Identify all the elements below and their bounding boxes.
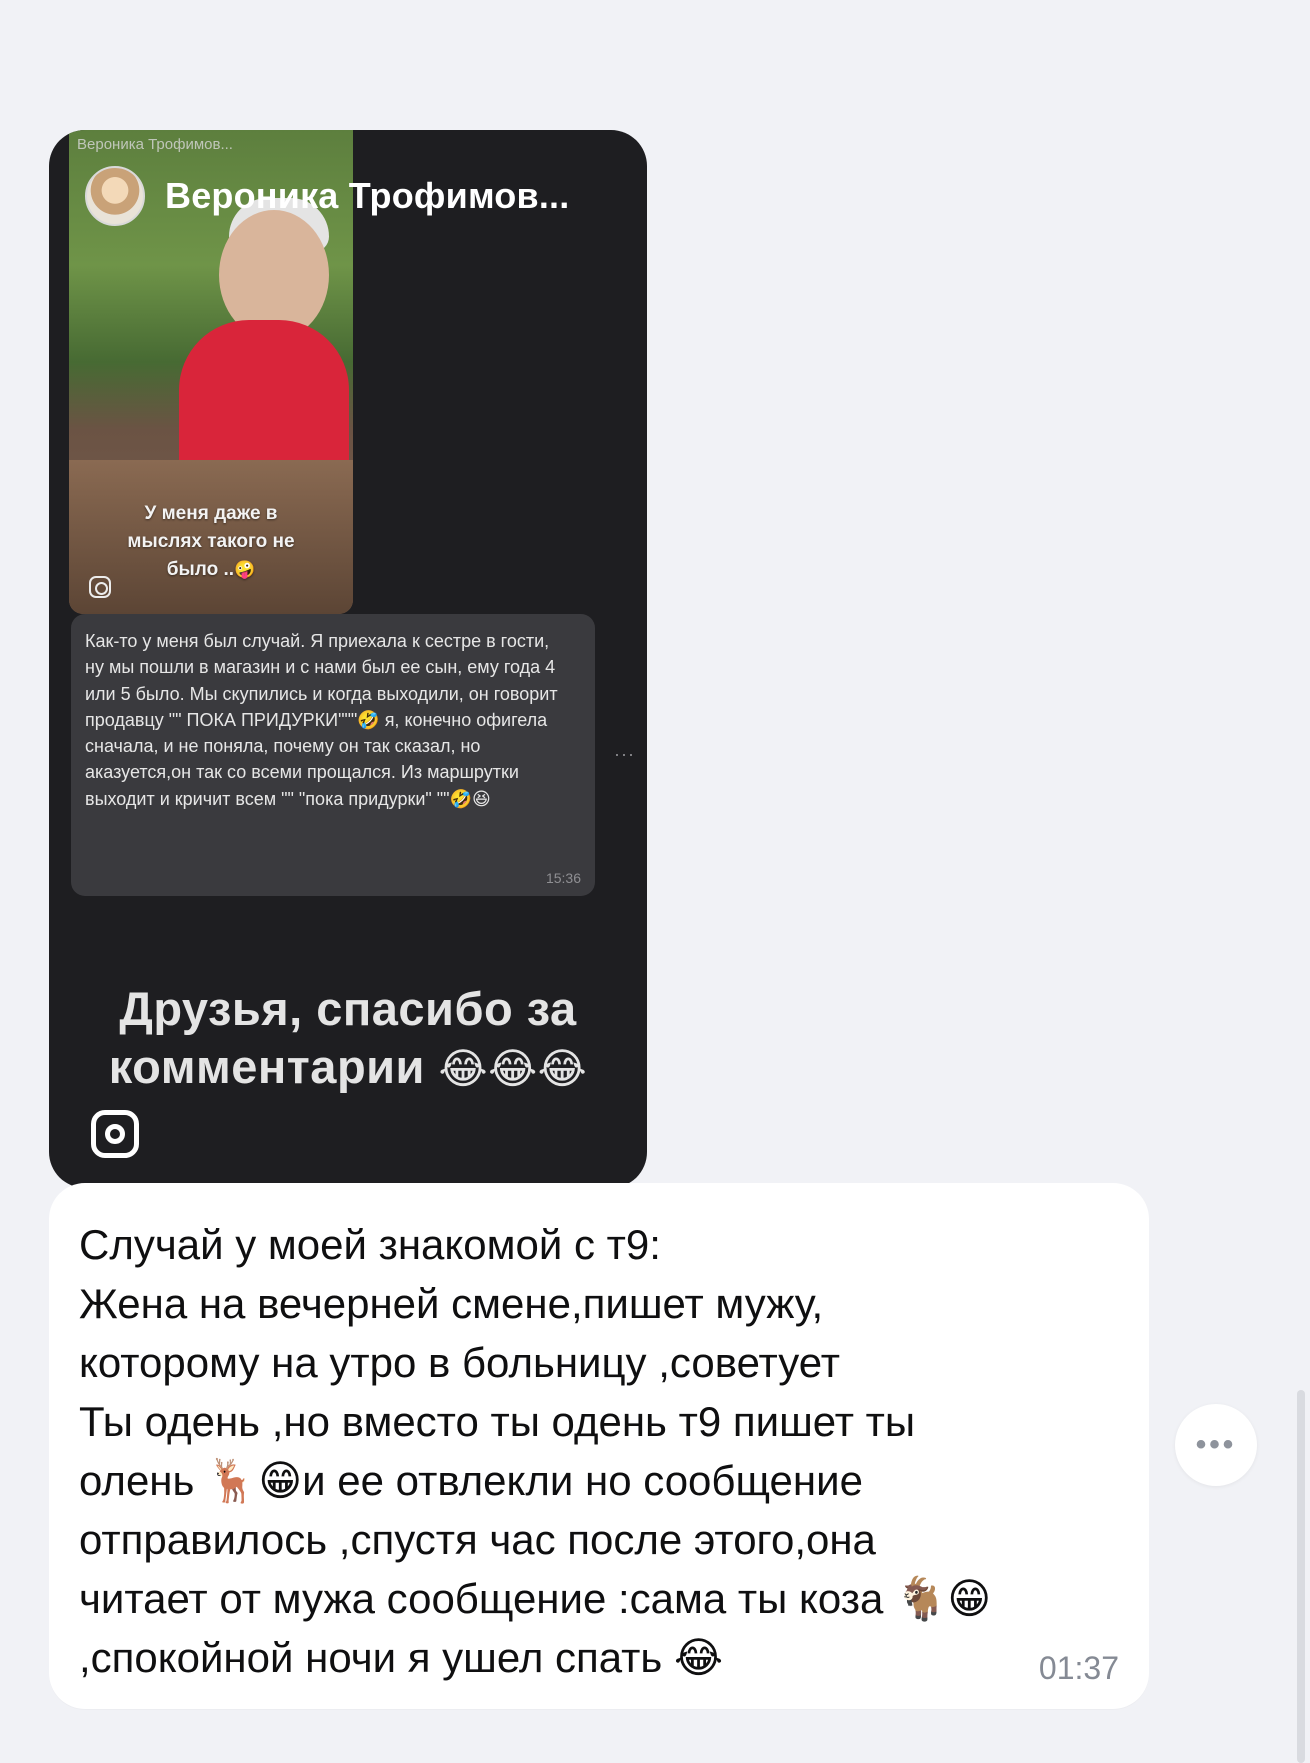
photo-topline: Вероника Трофимов... [77, 136, 233, 153]
story-header: Вероника Трофимов... [85, 165, 617, 227]
story-author-name[interactable]: Вероника Трофимов... [165, 175, 569, 217]
story-screenshot: Вероника Трофимов... У меня даже в мысля… [69, 130, 634, 920]
scrollbar[interactable] [1297, 1390, 1305, 1763]
more-dots-icon: ••• [1195, 1428, 1237, 1461]
story-caption-line: комментарии [108, 1040, 425, 1093]
comment-bubble: Как-то у меня был случай. Я приехала к с… [71, 614, 595, 896]
message-bubble[interactable]: Случай у моей знакомой с т9: Жена на веч… [49, 1183, 1149, 1709]
photo-caption-line: было .. [166, 559, 235, 580]
instagram-icon [91, 1110, 139, 1158]
comment-more-icon: ··· [614, 744, 635, 764]
comment-time: 15:36 [545, 870, 581, 886]
story-attachment[interactable]: Вероника Трофимов... У меня даже в мысля… [49, 130, 647, 1188]
avatar[interactable] [85, 166, 145, 226]
photo-caption-emoji: 🤪 [234, 560, 256, 579]
more-options-button[interactable]: ••• [1175, 1404, 1257, 1486]
chat-view: Вероника Трофимов... У меня даже в мысля… [0, 0, 1310, 1763]
story-caption: Друзья, спасибо за комментарии 😂😂😂 [49, 980, 647, 1098]
message-text: Случай у моей знакомой с т9: Жена на веч… [79, 1221, 992, 1681]
story-caption-line: Друзья, спасибо за [119, 982, 577, 1035]
photo-caption-line: мыслях такого не [127, 531, 295, 552]
message-timestamp: 01:37 [1038, 1650, 1119, 1686]
photo-caption: У меня даже в мыслях такого не было ..🤪 [91, 500, 331, 584]
photo-caption-line: У меня даже в [144, 503, 278, 524]
instagram-icon [89, 576, 111, 598]
story-caption-emoji: 😂😂😂 [438, 1045, 588, 1092]
comment-text: Как-то у меня был случай. Я приехала к с… [85, 631, 558, 809]
